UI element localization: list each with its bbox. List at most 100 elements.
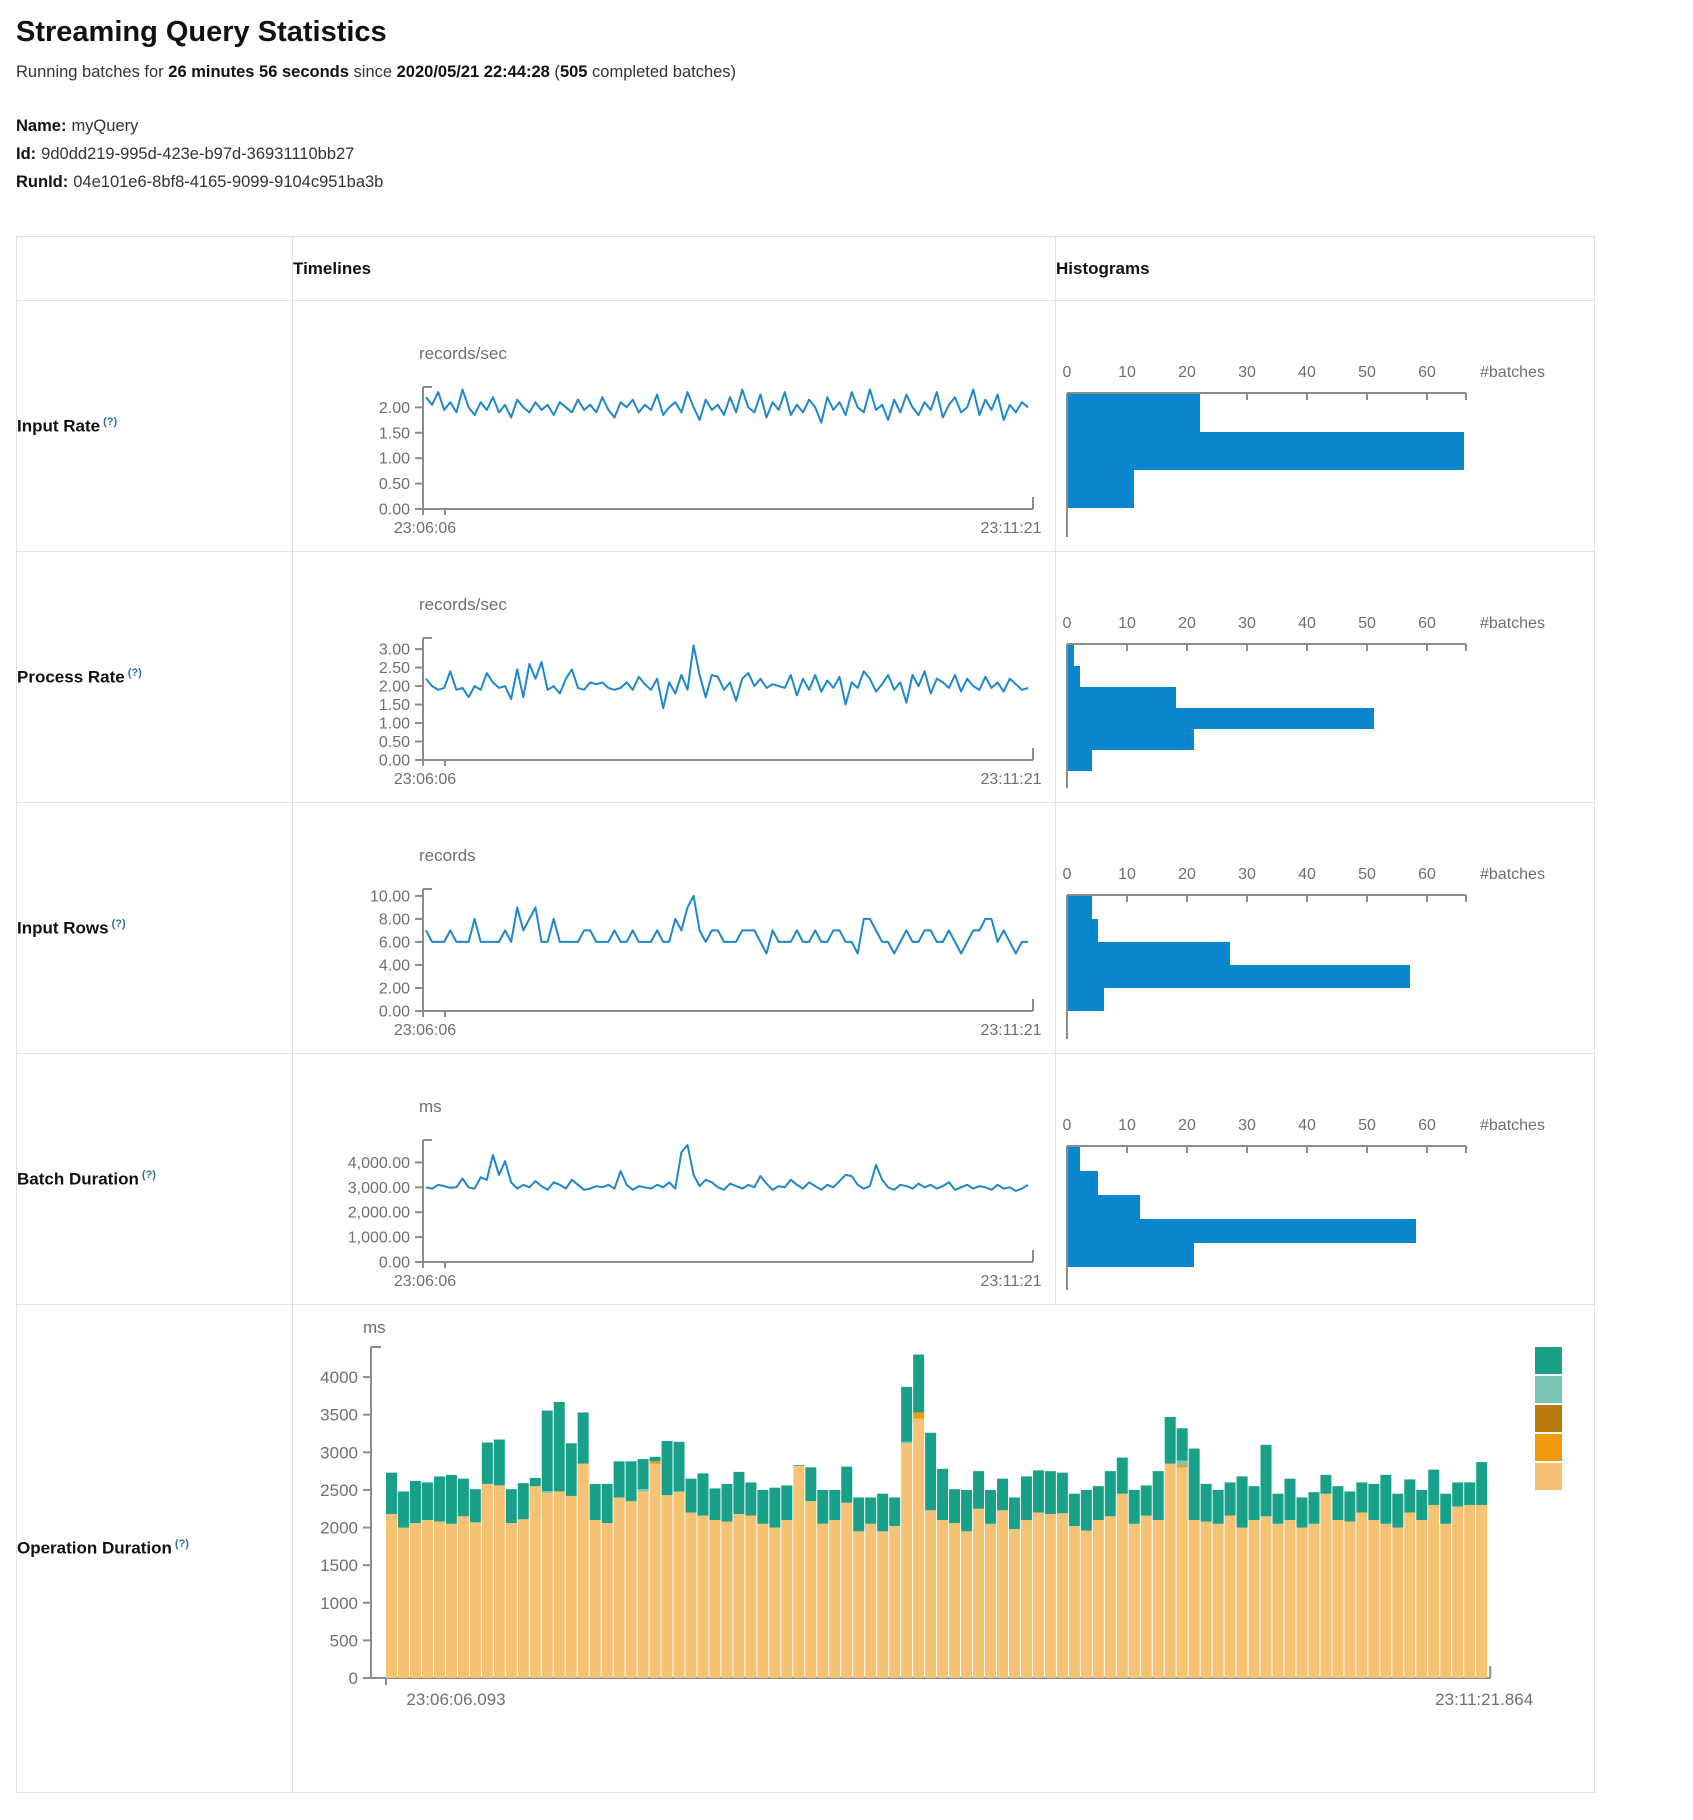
svg-text:0: 0	[1063, 615, 1072, 632]
svg-text:records/sec: records/sec	[419, 595, 507, 614]
svg-text:23:11:21: 23:11:21	[980, 771, 1041, 788]
svg-text:ms: ms	[363, 1318, 386, 1337]
batch-duration-label-cell: Batch Duration(?)	[17, 1054, 293, 1305]
help-icon[interactable]: (?)	[112, 918, 126, 930]
help-icon[interactable]: (?)	[103, 416, 117, 428]
svg-text:6.00: 6.00	[379, 934, 410, 951]
process-rate-histogram-chart: 0102030405060#batches	[1056, 552, 1595, 803]
query-runid-value: 04e101e6-8bf8-4165-9099-9104c951ba3b	[73, 173, 383, 191]
batch-duration-row: Batch Duration(?) ms 0.00 1,000.00 2,000.00…	[17, 1054, 1595, 1305]
svg-text:0.50: 0.50	[379, 476, 410, 493]
input-rate-row: Input Rate(?) records/sec0.000.501.001.5…	[17, 301, 1595, 552]
legend-swatch-light-green	[1535, 1376, 1562, 1403]
svg-text:0: 0	[1063, 866, 1072, 883]
input-rows-row: Input Rows(?) records 0.00 2.00 4.00 6.00 8.0…	[17, 803, 1595, 1054]
legend-swatch-orange	[1535, 1434, 1562, 1461]
svg-text:23:06:06: 23:06:06	[394, 771, 456, 788]
svg-text:4000: 4000	[320, 1368, 358, 1387]
svg-text:0.50: 0.50	[379, 734, 410, 751]
operation-duration-row: Operation Duration(?) ms0500100015002000…	[17, 1305, 1595, 1793]
svg-text:1.00: 1.00	[379, 451, 410, 468]
svg-text:500: 500	[330, 1631, 358, 1650]
svg-text:3,000.00: 3,000.00	[348, 1180, 410, 1197]
svg-text:3.00: 3.00	[379, 642, 410, 659]
input-rate-label-cell: Input Rate(?)	[17, 301, 293, 552]
running-batches-summary: Running batches for 26 minutes 56 second…	[16, 63, 1693, 82]
svg-text:4.00: 4.00	[379, 957, 410, 974]
svg-text:2000: 2000	[320, 1519, 358, 1538]
row-label: Process Rate	[17, 667, 125, 686]
svg-text:20: 20	[1178, 866, 1196, 883]
input-rows-label-cell: Input Rows(?)	[17, 803, 293, 1054]
svg-text:0: 0	[349, 1669, 358, 1688]
svg-text:40: 40	[1298, 866, 1316, 883]
svg-text:30: 30	[1238, 615, 1256, 632]
svg-text:10: 10	[1118, 1117, 1136, 1134]
svg-text:10: 10	[1118, 364, 1136, 381]
query-runid-row: RunId:04e101e6-8bf8-4165-9099-9104c951ba…	[16, 168, 1693, 196]
svg-text:50: 50	[1358, 364, 1376, 381]
svg-text:8.00: 8.00	[379, 911, 410, 928]
svg-text:2500: 2500	[320, 1481, 358, 1500]
help-icon[interactable]: (?)	[175, 1538, 189, 1550]
svg-text:60: 60	[1418, 364, 1436, 381]
help-icon[interactable]: (?)	[128, 667, 142, 679]
svg-text:1000: 1000	[320, 1594, 358, 1613]
svg-text:2.00: 2.00	[379, 980, 410, 997]
batch-duration-timeline-chart: ms 0.00 1,000.00 2,000.00 3,000.00 4,000.00 23…	[293, 1054, 1056, 1305]
svg-text:records/sec: records/sec	[419, 344, 507, 363]
process-rate-label-cell: Process Rate(?)	[17, 552, 293, 803]
svg-text:10.00: 10.00	[370, 888, 410, 905]
svg-text:2.00: 2.00	[379, 679, 410, 696]
svg-text:23:11:21: 23:11:21	[980, 1022, 1041, 1039]
svg-text:23:06:06.093: 23:06:06.093	[406, 1690, 505, 1709]
svg-text:30: 30	[1238, 1117, 1256, 1134]
svg-text:23:11:21: 23:11:21	[980, 520, 1041, 537]
legend-swatch-dark-orange	[1535, 1405, 1562, 1432]
svg-text:30: 30	[1238, 364, 1256, 381]
legend-swatch-green	[1535, 1347, 1562, 1374]
input-rows-timeline-chart: records0.002.004.006.008.0010.0023:06:06…	[293, 803, 1056, 1054]
svg-text:2,000.00: 2,000.00	[348, 1205, 410, 1222]
svg-text:10: 10	[1118, 866, 1136, 883]
svg-text:40: 40	[1298, 1117, 1316, 1134]
svg-text:20: 20	[1178, 364, 1196, 381]
svg-text:1,000.00: 1,000.00	[348, 1230, 410, 1247]
svg-text:60: 60	[1418, 1117, 1436, 1134]
query-name-label: Name:	[16, 117, 66, 135]
process-rate-row: Process Rate(?) records/sec0.000.501.001…	[17, 552, 1595, 803]
svg-text:50: 50	[1358, 615, 1376, 632]
timelines-header: Timelines	[293, 237, 1056, 301]
query-id-label: Id:	[16, 145, 36, 163]
svg-text:20: 20	[1178, 1117, 1196, 1134]
operation-duration-legend	[1535, 1347, 1562, 1492]
svg-text:0.00: 0.00	[379, 1255, 410, 1272]
input-rate-timeline-chart: records/sec0.000.501.001.502.0023:06:062…	[293, 301, 1056, 552]
svg-text:2.50: 2.50	[379, 660, 410, 677]
svg-text:20: 20	[1178, 615, 1196, 632]
svg-text:4,000.00: 4,000.00	[348, 1155, 410, 1172]
page-title: Streaming Query Statistics	[16, 16, 1693, 49]
operation-duration-label-cell: Operation Duration(?)	[17, 1305, 293, 1793]
svg-text:0: 0	[1063, 364, 1072, 381]
operation-duration-chart: ms0500100015002000250030003500400023:06:…	[293, 1305, 1595, 1793]
input-rate-histogram-chart: 0102030405060#batches	[1056, 301, 1595, 552]
process-rate-timeline-chart: records/sec0.000.501.001.502.002.503.002…	[293, 552, 1056, 803]
svg-text:40: 40	[1298, 615, 1316, 632]
svg-text:23:06:06: 23:06:06	[394, 520, 456, 537]
svg-text:50: 50	[1358, 866, 1376, 883]
svg-text:23:11:21.864: 23:11:21.864	[1435, 1690, 1533, 1709]
row-label: Input Rate	[17, 416, 100, 435]
query-id-value: 9d0dd219-995d-423e-b97d-36931110bb27	[41, 145, 354, 163]
svg-text:#batches: #batches	[1480, 1117, 1545, 1134]
batch-duration-histogram-chart: 0102030405060#batches	[1056, 1054, 1595, 1305]
svg-text:records: records	[419, 846, 476, 865]
svg-text:23:06:06: 23:06:06	[394, 1273, 456, 1290]
input-rows-histogram-chart: 0102030405060#batches	[1056, 803, 1595, 1054]
svg-text:0.00: 0.00	[379, 1004, 410, 1021]
help-icon[interactable]: (?)	[142, 1169, 156, 1181]
statistics-table: Timelines Histograms Input Rate(?) recor…	[16, 236, 1595, 1793]
svg-text:30: 30	[1238, 866, 1256, 883]
svg-text:1.50: 1.50	[379, 425, 410, 442]
svg-text:ms: ms	[419, 1097, 442, 1116]
